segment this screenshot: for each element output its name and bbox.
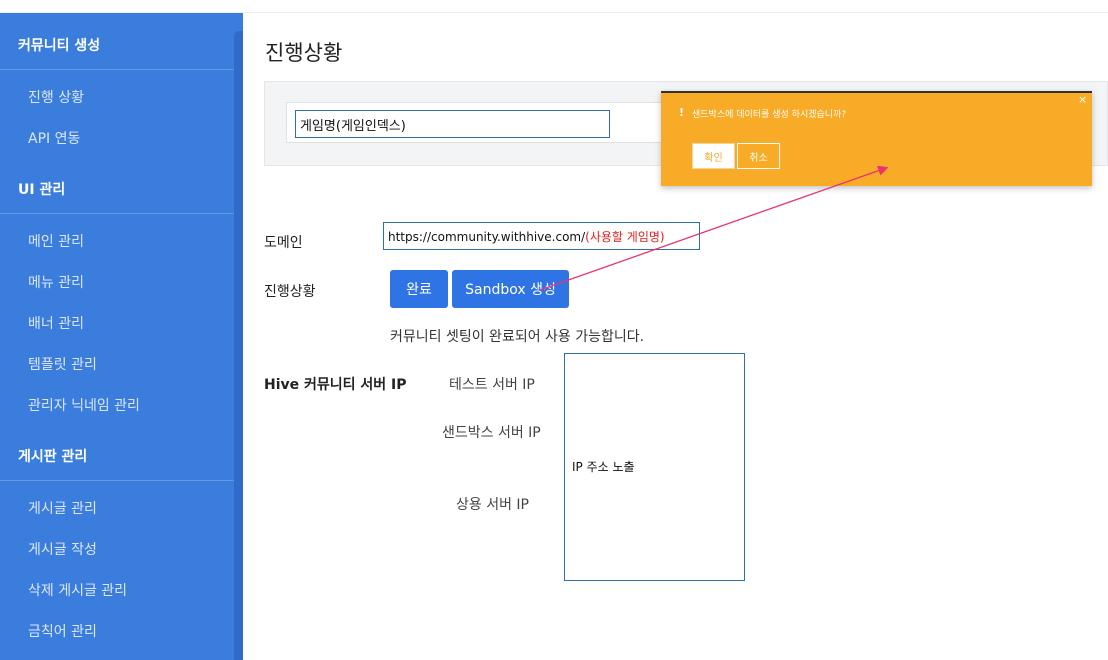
domain-label: 도메인 <box>264 235 303 251</box>
sidebar-item-admin-nickname[interactable]: 관리자 닉네임 관리 <box>28 395 140 415</box>
cancel-button[interactable]: 취소 <box>737 143 780 169</box>
test-server-ip-label: 테스트 서버 IP <box>449 377 535 393</box>
dialog-message: 샌드박스에 데이터를 생성 하시겠습니까? <box>692 110 847 120</box>
sidebar-item-progress[interactable]: 진행 상황 <box>28 87 84 107</box>
sidebar-item-banned-words[interactable]: 금칙어 관리 <box>28 621 97 641</box>
domain-prefix: https://community.withhive.com/ <box>388 230 586 244</box>
status-label: 진행상황 <box>264 284 316 300</box>
sidebar-item-write-post[interactable]: 게시글 작성 <box>28 539 97 559</box>
done-button[interactable]: 완료 <box>390 270 448 308</box>
domain-field[interactable]: https://community.withhive.com/(사용할 게임명) <box>383 222 700 250</box>
page-title: 진행상황 <box>265 41 343 65</box>
domain-placeholder: (사용할 게임명) <box>585 230 665 244</box>
dialog-top-border <box>661 91 1092 93</box>
game-name-input[interactable] <box>295 110 610 138</box>
live-server-ip-label: 상용 서버 IP <box>456 497 529 513</box>
sidebar-item-main[interactable]: 메인 관리 <box>28 231 84 251</box>
sidebar-section-community: 커뮤니티 생성 <box>18 38 101 54</box>
sidebar-divider <box>0 480 234 481</box>
confirm-button[interactable]: 확인 <box>692 143 735 169</box>
sidebar: 커뮤니티 생성 진행 상황 API 연동 UI 관리 메인 관리 메뉴 관리 배… <box>0 13 243 660</box>
confirm-dialog <box>661 91 1092 186</box>
sidebar-item-banner[interactable]: 배너 관리 <box>28 313 84 333</box>
sandbox-create-button[interactable]: Sandbox 생성 <box>452 270 569 308</box>
sidebar-section-board: 게시판 관리 <box>18 449 88 465</box>
alert-icon: ! <box>679 106 685 119</box>
ip-section-label: Hive 커뮤니티 서버 IP <box>264 377 407 393</box>
close-icon[interactable]: × <box>1078 93 1088 106</box>
sidebar-divider <box>0 213 234 214</box>
status-message: 커뮤니티 셋팅이 완료되어 사용 가능합니다. <box>390 329 645 345</box>
sidebar-divider <box>0 69 234 70</box>
ip-address-text: IP 주소 노출 <box>572 460 635 474</box>
sidebar-item-posts[interactable]: 게시글 관리 <box>28 498 97 518</box>
sandbox-server-ip-label: 샌드박스 서버 IP <box>442 425 541 441</box>
sidebar-scrollbar[interactable] <box>234 31 243 660</box>
sidebar-item-api[interactable]: API 연동 <box>28 128 80 148</box>
sidebar-section-ui: UI 관리 <box>18 182 66 198</box>
sidebar-item-deleted-posts[interactable]: 삭제 게시글 관리 <box>28 580 127 600</box>
sidebar-item-menu[interactable]: 메뉴 관리 <box>28 272 84 292</box>
sidebar-item-template[interactable]: 템플릿 관리 <box>28 354 97 374</box>
top-strip <box>0 0 1108 13</box>
